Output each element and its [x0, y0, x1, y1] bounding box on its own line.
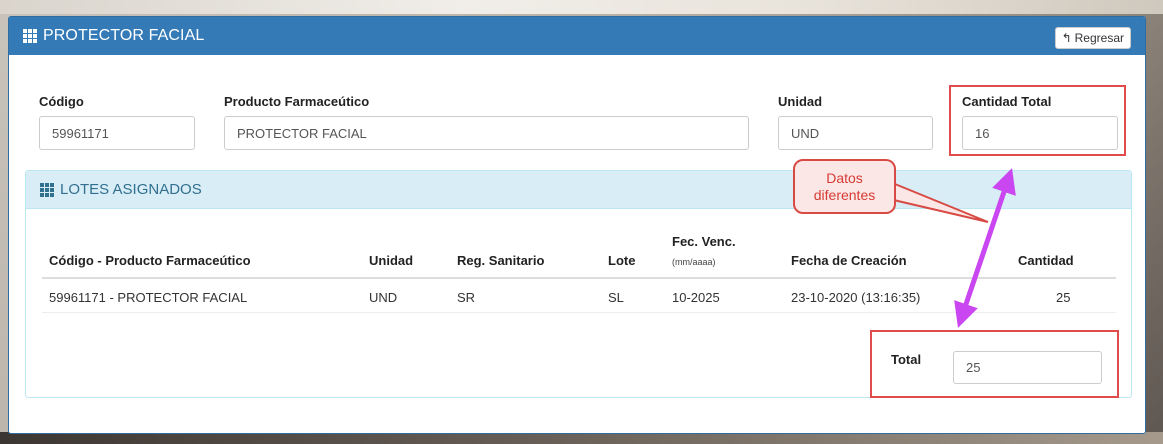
col-producto: Código - Producto Farmaceútico — [49, 253, 251, 268]
reply-icon: ↰ — [1061, 31, 1072, 45]
col-reg-sanitario: Reg. Sanitario — [457, 253, 545, 268]
grid-icon — [23, 29, 37, 43]
col-fec-venc-format: (mm/aaaa) — [672, 257, 716, 267]
col-unidad: Unidad — [369, 253, 414, 268]
grid-icon — [40, 182, 54, 197]
col-cantidad: Cantidad — [1018, 253, 1074, 268]
unidad-label: Unidad — [778, 94, 823, 109]
row-lote: SL — [608, 290, 624, 305]
callout-line2: diferentes — [813, 186, 876, 203]
row-producto: 59961171 - PROTECTOR FACIAL — [49, 290, 248, 305]
row-cantidad: 25 — [1056, 290, 1071, 305]
datos-diferentes-callout: Datos diferentes — [793, 159, 896, 214]
panel-title: PROTECTOR FACIAL — [43, 27, 205, 44]
panel-header: PROTECTOR FACIAL ↰ Regresar — [9, 17, 1145, 55]
producto-field[interactable]: PROTECTOR FACIAL — [224, 116, 749, 150]
back-button[interactable]: ↰ Regresar — [1054, 27, 1131, 49]
table-header-divider — [42, 277, 1116, 279]
row-fecha-creacion: 23-10-2020 (13:16:35) — [791, 290, 921, 305]
table-row-divider — [42, 312, 1116, 313]
unidad-field[interactable]: UND — [778, 116, 933, 150]
row-reg-sanitario: SR — [457, 290, 476, 305]
col-fecha-creacion: Fecha de Creación — [791, 253, 907, 268]
col-lote: Lote — [608, 253, 636, 268]
row-fec-venc: 10-2025 — [672, 290, 720, 305]
codigo-label: Código — [39, 94, 84, 109]
callout-line1: Datos — [826, 169, 863, 186]
background-top — [0, 0, 1163, 14]
col-fec-venc: Fec. Venc. — [672, 234, 736, 249]
lotes-header: LOTES ASIGNADOS — [26, 171, 1131, 209]
producto-label: Producto Farmaceútico — [224, 94, 370, 109]
codigo-field[interactable]: 59961171 — [39, 116, 195, 150]
lotes-title: LOTES ASIGNADOS — [60, 181, 202, 198]
cantidad-total-highlight — [949, 85, 1126, 156]
total-highlight — [870, 330, 1119, 398]
row-unidad: UND — [369, 290, 398, 305]
back-button-label: Regresar — [1074, 31, 1124, 45]
